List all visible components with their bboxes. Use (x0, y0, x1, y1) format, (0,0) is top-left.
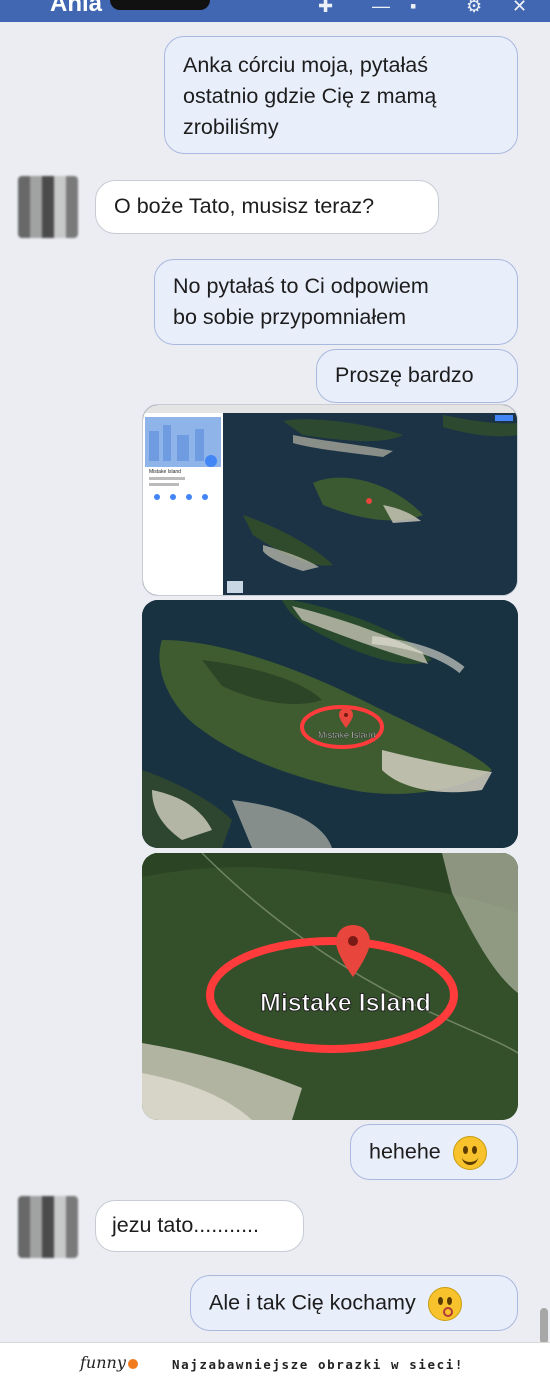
closeup-satellite: Mistake Island (142, 853, 518, 1120)
scrollbar[interactable] (540, 1308, 548, 1344)
message-line: No pytałaś to Ci odpowiem (173, 274, 429, 298)
place-title: Mistake Island (149, 469, 181, 475)
message-line: Anka córciu moja, pytałaś (183, 53, 428, 77)
site-tagline: Najzabawniejsze obrazki w sieci! (172, 1357, 465, 1372)
message-bubble-outgoing[interactable]: hehehe (350, 1124, 518, 1180)
message-bubble-outgoing[interactable]: No pytałaś to Ci odpowiem bo sobie przyp… (154, 259, 518, 345)
message-bubble-incoming[interactable]: O boże Tato, musisz teraz? (95, 180, 439, 234)
satellite-map: Mistake Island (143, 405, 517, 595)
close-icon[interactable]: ✕ (512, 0, 527, 17)
site-logo[interactable]: funny (80, 1353, 138, 1372)
chat-header: Ania ✚ — ▪ ⚙ ✕ (0, 0, 550, 22)
message-text: O boże Tato, musisz teraz? (114, 194, 375, 218)
map-screenshot-image[interactable]: Mistake Island (142, 404, 518, 596)
island-zoom-image[interactable]: Mistake Island (142, 600, 518, 848)
island-satellite: Mistake Island (142, 600, 518, 848)
gear-icon[interactable]: ⚙ (466, 0, 482, 17)
kiss-emoji-icon (427, 1287, 462, 1321)
message-text: Proszę bardzo (335, 363, 474, 387)
message-line: ostatnio gdzie Cię z mamą (183, 84, 437, 108)
avatar[interactable] (18, 1196, 78, 1258)
message-bubble-outgoing[interactable]: Ale i tak Cię kochamy (190, 1275, 518, 1331)
minimize-icon[interactable]: — (372, 0, 390, 17)
redacted-bar (110, 0, 210, 10)
message-text: jezu tato........... (112, 1213, 259, 1237)
message-bubble-outgoing[interactable]: Proszę bardzo (316, 349, 518, 403)
add-person-icon[interactable]: ✚ (318, 0, 333, 17)
message-line: zrobiliśmy (183, 115, 279, 139)
message-text: hehehe (369, 1139, 441, 1164)
map-label: Mistake Island (318, 730, 376, 740)
site-footer: funny Najzabawniejsze obrazki w sieci! (0, 1342, 550, 1388)
map-label: Mistake Island (260, 989, 431, 1017)
island-closeup-image[interactable]: Mistake Island (142, 853, 518, 1120)
message-line: bo sobie przypomniałem (173, 305, 407, 329)
contact-name[interactable]: Ania (50, 0, 102, 18)
message-bubble-incoming[interactable]: jezu tato........... (95, 1200, 304, 1252)
message-text: Ale i tak Cię kochamy (209, 1290, 416, 1315)
video-icon[interactable]: ▪ (410, 0, 416, 17)
message-bubble-outgoing[interactable]: Anka córciu moja, pytałaś ostatnio gdzie… (164, 36, 518, 154)
smile-emoji-icon (452, 1136, 487, 1170)
avatar[interactable] (18, 176, 78, 238)
